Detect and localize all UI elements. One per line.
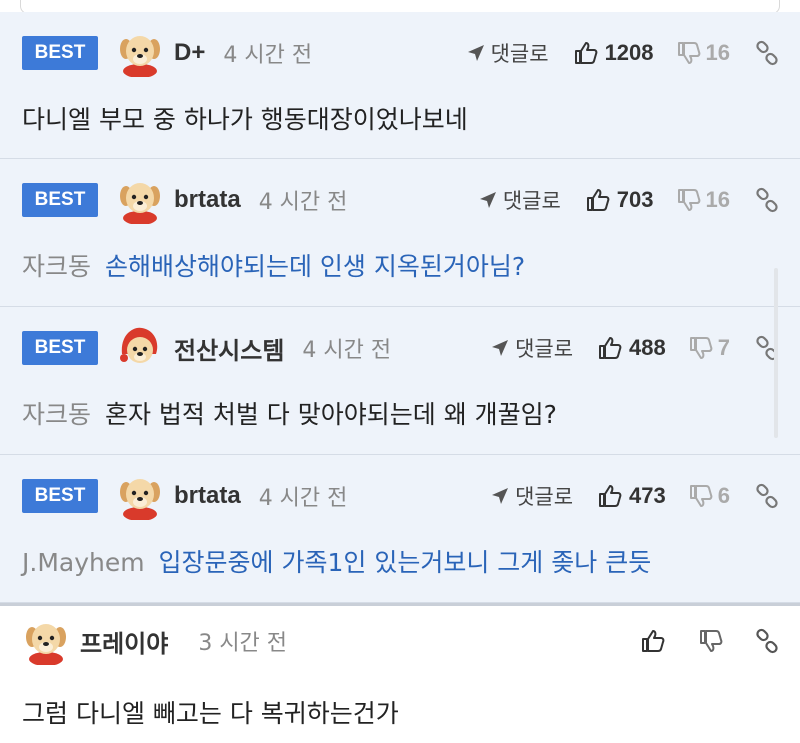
dislike-count: 16 [705, 187, 730, 212]
comment: 프레이야 3 시간 전 그럼 다니엘 빼고는 다 복귀하는건가 [0, 603, 800, 743]
best-comment: BEST brtata 4 시간 전 댓글로 473 6 J.Mayhem 입장… [0, 455, 800, 603]
comment-header: BEST brtata 4 시간 전 댓글로 473 6 [22, 472, 780, 520]
thumbs-up-icon [586, 189, 610, 211]
reply-button[interactable]: 댓글로 [467, 38, 549, 68]
scrollbar[interactable] [774, 268, 778, 438]
thumbs-down-icon [689, 337, 713, 359]
nickname[interactable]: D+ [174, 39, 205, 67]
share-link-button[interactable] [754, 483, 780, 509]
thumbs-down-icon [689, 485, 713, 507]
puppy-avatar[interactable] [116, 472, 164, 520]
thumbs-up-icon [642, 630, 665, 652]
best-comment: BEST D+ 4 시간 전 댓글로 1208 16 다니엘 부모 중 하나가 … [0, 12, 800, 159]
nickname[interactable]: 전산시스템 [174, 331, 284, 366]
red-hood-puppy-avatar[interactable] [116, 324, 164, 372]
comment-text: 자크동 손해배상해야되는데 인생 지옥된거아님? [22, 247, 780, 283]
puppy-avatar[interactable] [22, 617, 70, 665]
timestamp: 4 시간 전 [258, 190, 348, 215]
like-count: 488 [629, 335, 666, 360]
reply-button[interactable]: 댓글로 [479, 185, 561, 215]
comment-content: 손해배상해야되는데 인생 지옥된거아님? [104, 252, 526, 281]
comment-content: 입장문중에 가족1인 있는거보니 그게 좆나 큰듯 [158, 548, 652, 577]
best-comment: BEST 전산시스템 4 시간 전 댓글로 488 7 자크동 혼자 법적 처벌… [0, 307, 800, 455]
comment-header: BEST D+ 4 시간 전 댓글로 1208 16 [22, 29, 780, 77]
link-icon [756, 187, 778, 213]
reply-arrow-icon [467, 45, 484, 61]
like-button[interactable] [640, 628, 672, 654]
nickname[interactable]: 프레이야 [80, 624, 168, 659]
best-badge: BEST [22, 36, 98, 70]
reply-target[interactable]: J.Mayhem [22, 548, 145, 577]
thumbs-down-icon [677, 189, 700, 211]
share-link-button[interactable] [754, 40, 780, 66]
reply-label: 댓글로 [490, 42, 549, 66]
comment-text: 다니엘 부모 중 하나가 행동대장이었나보네 [22, 100, 780, 136]
nickname[interactable]: brtata [174, 186, 241, 214]
comment-header: BEST brtata 4 시간 전 댓글로 703 16 [22, 176, 780, 224]
dislike-button[interactable]: 7 [688, 335, 730, 361]
best-badge: BEST [22, 183, 98, 217]
best-badge: BEST [22, 479, 98, 513]
like-button[interactable]: 473 [597, 483, 666, 509]
puppy-avatar[interactable] [116, 29, 164, 77]
reply-arrow-icon [479, 192, 496, 208]
link-icon [756, 40, 778, 66]
like-button[interactable]: 703 [585, 187, 654, 213]
comment-content: 그럼 다니엘 빼고는 다 복귀하는건가 [22, 699, 399, 728]
timestamp: 4 시간 전 [302, 338, 392, 363]
like-count: 473 [629, 483, 666, 508]
puppy-avatar[interactable] [116, 176, 164, 224]
link-icon [756, 628, 778, 654]
share-link-button[interactable] [754, 628, 780, 654]
thumbs-up-icon [574, 42, 597, 64]
reply-label: 댓글로 [515, 485, 574, 509]
dislike-button[interactable]: 16 [676, 187, 730, 213]
comment-text: 자크동 혼자 법적 처벌 다 맞아야되는데 왜 개꿀임? [22, 395, 780, 431]
reply-button[interactable]: 댓글로 [491, 481, 573, 511]
reply-target[interactable]: 자크동 [22, 400, 91, 429]
comment-text: J.Mayhem 입장문중에 가족1인 있는거보니 그게 좆나 큰듯 [22, 543, 780, 579]
nickname[interactable]: brtata [174, 482, 241, 510]
reply-target[interactable]: 자크동 [22, 252, 91, 281]
dislike-button[interactable]: 16 [676, 40, 730, 66]
timestamp: 4 시간 전 [223, 43, 313, 68]
comment-header: BEST 전산시스템 4 시간 전 댓글로 488 7 [22, 327, 780, 369]
dislike-count: 6 [717, 483, 730, 508]
dislike-count: 16 [705, 40, 730, 65]
thumbs-up-icon [599, 337, 622, 359]
comment-text: 그럼 다니엘 빼고는 다 복귀하는건가 [22, 694, 780, 730]
thumbs-down-icon [700, 630, 723, 652]
like-button[interactable]: 488 [597, 335, 666, 361]
dislike-button[interactable]: 6 [688, 483, 730, 509]
best-badge: BEST [22, 331, 98, 365]
best-comment: BEST brtata 4 시간 전 댓글로 703 16 자크동 손해배상해야… [0, 159, 800, 307]
comment-header: 프레이야 3 시간 전 [22, 617, 780, 665]
reply-button[interactable]: 댓글로 [491, 333, 573, 363]
timestamp: 3 시간 전 [198, 631, 288, 656]
thumbs-down-icon [677, 42, 700, 64]
like-count: 703 [616, 187, 654, 212]
comment-content: 다니엘 부모 중 하나가 행동대장이었나보네 [22, 105, 468, 134]
like-count: 1208 [604, 40, 654, 65]
dislike-count: 7 [717, 335, 730, 360]
comment-list: BEST D+ 4 시간 전 댓글로 1208 16 다니엘 부모 중 하나가 … [0, 12, 800, 743]
share-link-button[interactable] [754, 187, 780, 213]
reply-arrow-icon [492, 340, 509, 356]
thumbs-up-icon [599, 485, 622, 507]
dislike-button[interactable] [698, 628, 728, 654]
link-icon [756, 483, 778, 509]
reply-label: 댓글로 [515, 337, 574, 361]
like-button[interactable]: 1208 [573, 40, 654, 66]
comment-content: 혼자 법적 처벌 다 맞아야되는데 왜 개꿀임? [104, 400, 557, 429]
reply-arrow-icon [492, 488, 509, 504]
reply-label: 댓글로 [502, 189, 561, 213]
timestamp: 4 시간 전 [258, 486, 348, 511]
